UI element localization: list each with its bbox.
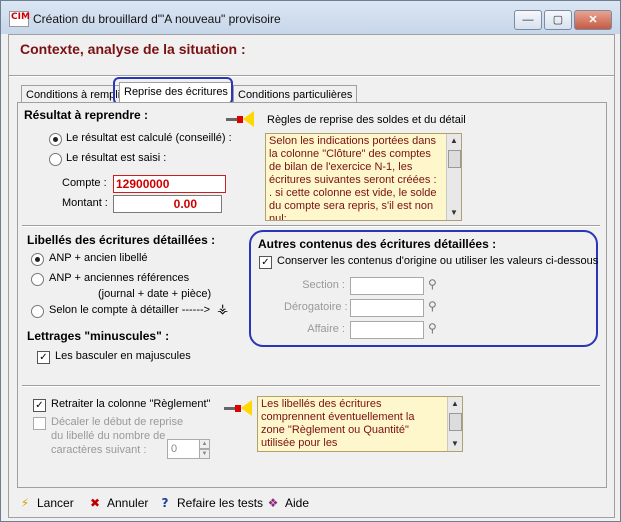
lettrages-title: Lettrages "minuscules" : (27, 329, 170, 343)
lightning-icon: ⚡ (20, 496, 30, 510)
radio-resultat-saisi[interactable] (49, 153, 62, 166)
reglement-info-box: Les libellés des écritures comprennent é… (257, 396, 463, 452)
anp-anciennes-references-label: ANP + anciennes références (49, 272, 190, 284)
reglement-scrollbar[interactable]: ▲ ▼ (447, 397, 462, 451)
reglement-info-text: Les libellés des écritures comprennent é… (261, 398, 415, 449)
derogatoire-label: Dérogatoire : (284, 301, 348, 313)
main-window: CIM Création du brouillard d'"A nouveau"… (0, 0, 621, 522)
spin-up-icon[interactable]: ▲ (199, 439, 210, 449)
aide-label: Aide (285, 496, 310, 510)
decaler-label-3: caractères suivant : (51, 444, 147, 456)
anp-ancien-libelle-label: ANP + ancien libellé (49, 252, 148, 264)
resultat-title: Résultat à reprendre : (24, 108, 149, 122)
bottom-button-bar: ⚡ Lancer ✖ Annuler ? Refaire les tests ❖ Aid… (17, 490, 613, 516)
compte-input[interactable]: 12900000 (113, 175, 226, 193)
scroll-down-icon[interactable]: ▼ (448, 437, 462, 451)
minimize-button[interactable]: — (514, 10, 542, 30)
maximize-button[interactable]: ▢ (544, 10, 572, 30)
radio-resultat-calcule[interactable] (49, 133, 62, 146)
regles-info-text: Selon les indications portées dans la co… (269, 135, 437, 221)
basculer-majuscules-label: Les basculer en majuscules (55, 350, 191, 362)
divider-2 (22, 385, 600, 387)
flash-icon[interactable] (226, 109, 256, 129)
libelles-title: Libellés des écritures détaillées : (27, 233, 216, 247)
basculer-majuscules-checkbox[interactable]: ✓ (37, 351, 50, 364)
tab-page-reprise: Résultat à reprendre : Le résultat est c… (17, 102, 607, 488)
scroll-up-icon[interactable]: ▲ (448, 397, 462, 411)
regles-info-box: Selon les indications portées dans la co… (265, 133, 462, 221)
radio-anp-anciennes-references[interactable] (31, 273, 44, 286)
conserver-contenus-checkbox[interactable]: ✓ (259, 256, 272, 269)
close-button[interactable]: ✕ (574, 10, 612, 30)
annuler-label: Annuler (107, 496, 149, 510)
montant-input[interactable]: 0.00 (113, 195, 222, 213)
affaire-search-icon[interactable]: ⚲ (428, 321, 437, 335)
conserver-contenus-label: Conserver les contenus d'origine ou util… (277, 255, 599, 267)
tree-icon[interactable]: ⚶ (217, 302, 228, 317)
derogatoire-search-icon[interactable]: ⚲ (428, 299, 437, 313)
references-detail-label: (journal + date + pièce) (98, 288, 212, 300)
refaire-tests-button[interactable]: ? Refaire les tests (157, 496, 264, 510)
resultat-calcule-label: Le résultat est calculé (conseillé) : (66, 132, 232, 144)
derogatoire-input[interactable] (350, 299, 424, 317)
title-bar[interactable]: CIM Création du brouillard d'"A nouveau"… (1, 1, 620, 34)
regles-title: Règles de reprise des soldes et du détai… (267, 114, 466, 126)
page-title: Contexte, analyse de la situation : (20, 41, 246, 57)
scroll-thumb[interactable] (449, 413, 462, 431)
scroll-down-icon[interactable]: ▼ (447, 206, 461, 220)
scroll-thumb[interactable] (448, 150, 461, 168)
annuler-button[interactable]: ✖ Annuler (87, 496, 148, 510)
header-divider (9, 75, 614, 77)
refaire-label: Refaire les tests (177, 496, 264, 510)
cancel-x-icon: ✖ (89, 496, 101, 510)
app-icon: CIM (9, 11, 30, 27)
resultat-saisi-label: Le résultat est saisi : (66, 152, 167, 164)
active-tab-highlight (113, 77, 233, 105)
lancer-button[interactable]: ⚡ Lancer (17, 496, 74, 510)
window-title: Création du brouillard d'"A nouveau" pro… (33, 12, 281, 26)
decaler-label-2: du libellé du nombre de (51, 430, 166, 442)
montant-label: Montant : (62, 197, 108, 209)
retraiter-reglement-checkbox[interactable]: ✓ (33, 399, 46, 412)
decaler-spinner-input[interactable]: 0 (167, 439, 200, 459)
question-icon: ? (161, 496, 169, 510)
section-search-icon[interactable]: ⚲ (428, 277, 437, 291)
reglement-flash-icon[interactable] (224, 398, 254, 418)
radio-anp-ancien-libelle[interactable] (31, 253, 44, 266)
regles-scrollbar[interactable]: ▲ ▼ (446, 134, 461, 220)
divider-1 (22, 225, 600, 227)
compte-label: Compte : (62, 177, 107, 189)
aide-button[interactable]: ❖ Aide (265, 496, 309, 510)
decaler-label-1: Décaler le début de reprise (51, 416, 184, 428)
decaler-spinner-buttons[interactable]: ▲ ▼ (199, 439, 210, 459)
section-label: Section : (302, 279, 345, 291)
selon-compte-label: Selon le compte à détailler ------> (49, 304, 211, 316)
lancer-label: Lancer (37, 496, 74, 510)
retraiter-reglement-label: Retraiter la colonne "Règlement" (51, 398, 211, 410)
help-book-icon: ❖ (267, 496, 279, 510)
decaler-checkbox[interactable] (33, 417, 46, 430)
spin-down-icon[interactable]: ▼ (199, 449, 210, 459)
affaire-label: Affaire : (307, 323, 345, 335)
client-area: Contexte, analyse de la situation : Cond… (8, 34, 615, 518)
section-input[interactable] (350, 277, 424, 295)
radio-selon-compte[interactable] (31, 305, 44, 318)
autres-contenus-title: Autres contenus des écritures détaillées… (258, 237, 497, 251)
scroll-up-icon[interactable]: ▲ (447, 134, 461, 148)
header-panel: Contexte, analyse de la situation : (10, 35, 613, 73)
affaire-input[interactable] (350, 321, 424, 339)
app-icon-text: CIM (11, 12, 30, 22)
